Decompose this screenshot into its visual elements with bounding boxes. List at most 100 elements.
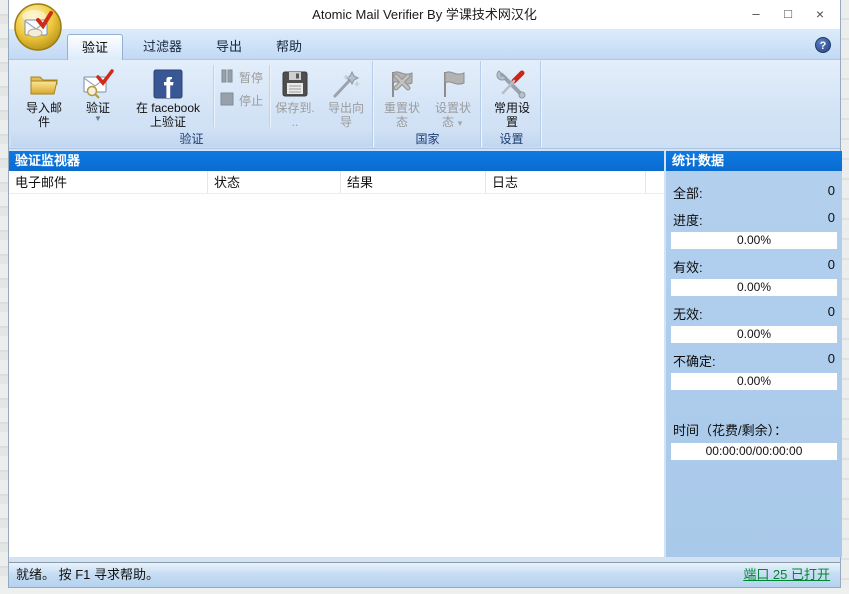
column-email[interactable]: 电子邮件 bbox=[9, 171, 208, 193]
invalid-bar: 0.00% bbox=[671, 326, 837, 343]
valid-bar: 0.00% bbox=[671, 279, 837, 296]
button-label: 重置状 bbox=[384, 101, 420, 115]
button-label: 常用设 bbox=[494, 101, 530, 115]
button-label: 上验证 bbox=[150, 115, 186, 129]
ribbon: 导入邮 件 验证 bbox=[9, 60, 840, 149]
magic-wand-icon bbox=[329, 67, 363, 101]
verification-monitor-panel: 验证监视器 电子邮件 状态 结果 日志 bbox=[9, 151, 664, 557]
stat-unknown: 不确定: 0 bbox=[673, 351, 835, 370]
button-label: 置 bbox=[506, 115, 518, 129]
unknown-bar: 0.00% bbox=[671, 373, 837, 390]
facebook-icon bbox=[151, 67, 185, 101]
folder-icon bbox=[27, 67, 61, 101]
reset-status-button[interactable]: 重置状 态 bbox=[377, 61, 427, 130]
tab-verify[interactable]: 验证 bbox=[67, 34, 123, 60]
button-label: 验证 bbox=[86, 101, 110, 115]
button-label: .. bbox=[292, 115, 299, 129]
statistics-panel: 统计数据 全部: 0 进度: 0 0.00% 有效: 0 0.0 bbox=[666, 151, 842, 557]
background-window-sliver-left bbox=[0, 0, 8, 594]
ribbon-group-label: 验证 bbox=[11, 131, 372, 147]
ribbon-tab-row: 验证 过滤器 导出 帮助 ? bbox=[9, 30, 840, 60]
status-bar: 就绪。 按 F1 寻求帮助。 端口 25 已打开 bbox=[9, 562, 840, 587]
tab-export[interactable]: 导出 bbox=[202, 34, 256, 60]
stat-value: 0 bbox=[828, 304, 835, 323]
stat-total: 全部: 0 bbox=[673, 183, 835, 202]
desktop-background: Atomic Mail Verifier By 学课技术网汉化 – □ × bbox=[0, 0, 849, 594]
column-log[interactable]: 日志 bbox=[486, 171, 646, 193]
maximize-button[interactable]: □ bbox=[772, 0, 804, 30]
button-label: 设置状 bbox=[435, 101, 471, 115]
chevron-down-icon: ▼ bbox=[456, 117, 464, 131]
button-label: 件 bbox=[38, 115, 50, 129]
button-label: 导出向 bbox=[328, 101, 364, 115]
stat-label: 有效: bbox=[673, 257, 703, 276]
button-label: 停止 bbox=[239, 92, 263, 109]
button-label: 导入邮 bbox=[26, 101, 62, 115]
chevron-down-icon: ▼ bbox=[94, 115, 102, 123]
verify-envelope-icon bbox=[81, 67, 115, 101]
button-label: 态 bbox=[396, 115, 408, 129]
button-label: 态 bbox=[442, 115, 454, 129]
stat-label: 全部: bbox=[673, 183, 703, 202]
window-title: Atomic Mail Verifier By 学课技术网汉化 bbox=[9, 0, 840, 30]
stat-invalid: 无效: 0 bbox=[673, 304, 835, 323]
progress-bar: 0.00% bbox=[671, 232, 837, 249]
app-logo-icon[interactable] bbox=[13, 2, 63, 52]
stat-value: 0 bbox=[828, 257, 835, 276]
set-status-button[interactable]: 设置状 态▼ bbox=[427, 61, 479, 132]
stop-button[interactable]: 停止 bbox=[220, 92, 263, 109]
time-value-box: 00:00:00/00:00:00 bbox=[671, 443, 837, 460]
ribbon-group-country: 重置状 态 设置状 态▼ 国家 bbox=[375, 61, 481, 147]
pause-button[interactable]: 暂停 bbox=[220, 69, 263, 86]
stat-label: 无效: bbox=[673, 304, 703, 323]
stat-progress: 进度: 0 bbox=[673, 210, 835, 229]
ribbon-group-label: 设置 bbox=[483, 131, 540, 147]
stat-label: 不确定: bbox=[673, 351, 716, 370]
column-spacer bbox=[646, 171, 664, 193]
facebook-verify-button[interactable]: 在 facebook 上验证 bbox=[123, 61, 213, 130]
panel-title: 验证监视器 bbox=[9, 151, 664, 171]
list-column-header: 电子邮件 状态 结果 日志 bbox=[9, 171, 664, 194]
time-label: 时间（花费/剩余）： bbox=[673, 420, 835, 439]
stat-value: 0 bbox=[828, 183, 835, 202]
export-wizard-button[interactable]: 导出向 导 bbox=[320, 61, 372, 130]
panel-title: 统计数据 bbox=[666, 151, 842, 171]
button-label: 在 facebook bbox=[136, 101, 200, 115]
app-window: Atomic Mail Verifier By 学课技术网汉化 – □ × bbox=[8, 0, 841, 588]
column-result[interactable]: 结果 bbox=[341, 171, 486, 193]
ribbon-group-label: 国家 bbox=[375, 131, 480, 147]
column-status[interactable]: 状态 bbox=[208, 171, 341, 193]
port-status-link[interactable]: 端口 25 已打开 bbox=[743, 563, 830, 587]
stop-icon bbox=[220, 92, 234, 109]
email-list-area[interactable] bbox=[9, 194, 664, 556]
window-controls: – □ × bbox=[740, 0, 836, 30]
stat-value: 0 bbox=[828, 351, 835, 370]
tools-icon bbox=[495, 67, 529, 101]
button-label: 导 bbox=[340, 115, 352, 129]
close-button[interactable]: × bbox=[804, 0, 836, 30]
minimize-button[interactable]: – bbox=[740, 0, 772, 30]
button-label: 态▼ bbox=[442, 115, 464, 131]
background-window-sliver-bottom bbox=[0, 588, 849, 594]
help-icon[interactable]: ? bbox=[815, 37, 831, 53]
button-label: 暂停 bbox=[239, 69, 263, 86]
flag-x-icon bbox=[385, 67, 419, 101]
verify-button[interactable]: 验证 ▼ bbox=[73, 61, 123, 124]
content-area: 验证监视器 电子邮件 状态 结果 日志 统计数据 全部: 0 bbox=[9, 151, 840, 557]
button-label: 保存到. bbox=[275, 101, 314, 115]
save-to-button[interactable]: 保存到. .. bbox=[270, 61, 320, 130]
common-settings-button[interactable]: 常用设 置 bbox=[485, 61, 539, 130]
tab-filter[interactable]: 过滤器 bbox=[129, 34, 196, 60]
import-mail-button[interactable]: 导入邮 件 bbox=[15, 61, 73, 130]
stat-valid: 有效: 0 bbox=[673, 257, 835, 276]
title-bar: Atomic Mail Verifier By 学课技术网汉化 – □ × bbox=[9, 0, 840, 30]
floppy-disk-icon bbox=[278, 67, 312, 101]
tab-help[interactable]: 帮助 bbox=[262, 34, 316, 60]
background-window-sliver-right bbox=[841, 0, 849, 594]
flag-icon bbox=[436, 67, 470, 101]
ribbon-group-settings: 常用设 置 设置 bbox=[483, 61, 541, 147]
ribbon-group-verify: 导入邮 件 验证 bbox=[11, 61, 373, 147]
stat-value: 0 bbox=[828, 210, 835, 229]
status-ready-text: 就绪。 按 F1 寻求帮助。 bbox=[16, 563, 159, 587]
button-label: 设置状 bbox=[435, 101, 471, 115]
